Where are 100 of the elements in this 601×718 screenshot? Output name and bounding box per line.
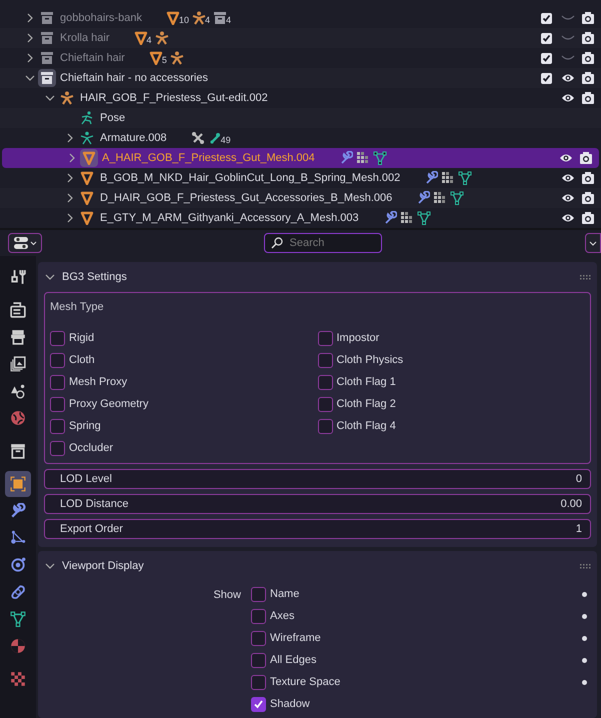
panel-title[interactable]: Viewport Display [62, 558, 144, 574]
outliner-item-label[interactable]: E_GTY_M_ARM_Githyanki_Accessory_A_Mesh.003 [100, 210, 359, 226]
wrench-icon [416, 191, 430, 205]
checkbox-label[interactable]: Impostor [336, 330, 380, 346]
printer-icon [10, 329, 26, 345]
triangle-icon [148, 51, 163, 65]
camera-icon[interactable] [581, 171, 595, 185]
search-icon [270, 237, 282, 249]
grid-icon [441, 171, 456, 185]
triangle-icon [82, 151, 96, 165]
count-label: 4 [146, 36, 152, 45]
vertex-triangle-icon [450, 191, 464, 205]
editor-type-button[interactable] [8, 233, 42, 253]
checkbox[interactable] [541, 12, 552, 24]
camera-icon[interactable] [581, 191, 595, 205]
checkbox-label[interactable]: All Edges [270, 652, 316, 668]
checkbox[interactable] [318, 418, 332, 434]
panel-title[interactable]: BG3 Settings [62, 268, 127, 286]
camera-icon[interactable] [581, 211, 595, 225]
camera-icon[interactable] [581, 91, 595, 105]
checkbox-label[interactable]: Wireframe [270, 630, 321, 646]
globe-icon [10, 410, 26, 426]
grid-icon [400, 211, 414, 225]
wrench-icon [382, 211, 397, 225]
number-field[interactable]: Export Order 1 [44, 519, 591, 539]
camera-back-icon [10, 302, 26, 318]
checkbox[interactable] [318, 374, 332, 390]
checkmark-icon [542, 34, 551, 42]
vertex-triangle-icon [458, 171, 472, 185]
shapes-icon [10, 383, 26, 399]
outliner-item-label[interactable]: HAIR_GOB_F_Priestess_Gut-edit.002 [80, 90, 268, 106]
checkbox-label[interactable]: Proxy Geometry [69, 396, 148, 412]
checkbox[interactable] [251, 652, 266, 668]
checkbox[interactable] [541, 32, 552, 44]
number-field[interactable]: LOD Distance 0.00 [44, 494, 591, 514]
checkbox-label[interactable]: Texture Space [270, 674, 340, 690]
box-icon [40, 71, 54, 85]
triangle-icon [80, 191, 94, 205]
checkbox-label[interactable]: Occluder [69, 440, 114, 456]
figure-icon [192, 11, 206, 25]
checkbox[interactable] [251, 586, 266, 602]
triangle-icon [80, 211, 94, 225]
checkbox[interactable] [251, 674, 266, 690]
group-label: Mesh Type [50, 300, 105, 315]
outliner-item-label[interactable]: Pose [100, 110, 126, 126]
figure-icon [80, 131, 94, 145]
checkbox[interactable] [50, 396, 65, 412]
checkbox-label[interactable]: Rigid [69, 330, 94, 346]
checkbox[interactable] [541, 52, 552, 64]
box-icon [10, 443, 26, 459]
checkbox[interactable] [318, 352, 332, 368]
checkbox-label[interactable]: Cloth Flag 4 [336, 418, 396, 434]
checkbox[interactable] [318, 396, 332, 412]
wrench-icon [424, 171, 438, 185]
checkbox-label[interactable]: Spring [69, 418, 101, 434]
camera-icon[interactable] [581, 11, 595, 25]
checkbox[interactable] [50, 440, 65, 456]
camera-icon[interactable] [581, 31, 595, 45]
box-icon [40, 31, 54, 45]
checkbox[interactable] [50, 418, 65, 434]
keyframe-dot-icon [582, 614, 587, 618]
camera-icon[interactable] [581, 71, 595, 85]
outliner-item-label[interactable]: gobbohairs-bank [60, 10, 142, 26]
grid-icon [356, 151, 370, 165]
keyframe-dot-icon [582, 592, 587, 596]
checkbox-label[interactable]: Mesh Proxy [69, 374, 128, 390]
checkbox[interactable] [318, 330, 332, 346]
checkbox[interactable] [251, 608, 266, 624]
checkbox-label[interactable]: Shadow [270, 696, 310, 712]
checkbox[interactable] [541, 72, 552, 84]
checkmark-icon [542, 74, 551, 82]
number-field[interactable]: LOD Level 0 [44, 469, 591, 489]
outliner-item-label[interactable]: B_GOB_M_NKD_Hair_GoblinCut_Long_B_Spring_Mesh.002 [100, 170, 400, 186]
checkbox-label[interactable]: Cloth Flag 2 [336, 396, 396, 412]
box-icon [212, 11, 227, 25]
checkbox-label[interactable]: Cloth [69, 352, 95, 368]
checkbox[interactable] [50, 352, 65, 368]
checkbox[interactable] [251, 696, 266, 712]
checkbox-label[interactable]: Name [270, 586, 300, 602]
checkbox-label[interactable]: Cloth Physics [336, 352, 404, 368]
triangle-icon [166, 11, 180, 25]
outliner-item-label[interactable]: Chieftain hair [60, 50, 125, 66]
checkbox-label[interactable]: Axes [270, 608, 294, 624]
properties-tab[interactable] [5, 471, 31, 497]
row-label: Show [213, 588, 241, 601]
checkbox[interactable] [251, 630, 266, 646]
image-stack-icon [10, 356, 26, 372]
search-field[interactable]: Search [264, 233, 382, 253]
triangle-icon [134, 31, 148, 45]
checkbox[interactable] [50, 374, 65, 390]
outliner-item-label[interactable]: Krolla hair [60, 30, 110, 46]
checkmark-icon [253, 699, 264, 709]
outliner-item-label[interactable]: Armature.008 [100, 130, 167, 146]
camera-icon[interactable] [581, 51, 595, 65]
checkbox-label[interactable]: Cloth Flag 1 [336, 374, 396, 390]
camera-icon[interactable] [579, 151, 593, 165]
box-icon [40, 11, 54, 25]
dropdown-button[interactable] [585, 233, 601, 253]
checkbox[interactable] [50, 330, 65, 346]
count-label: 4 [226, 16, 231, 25]
